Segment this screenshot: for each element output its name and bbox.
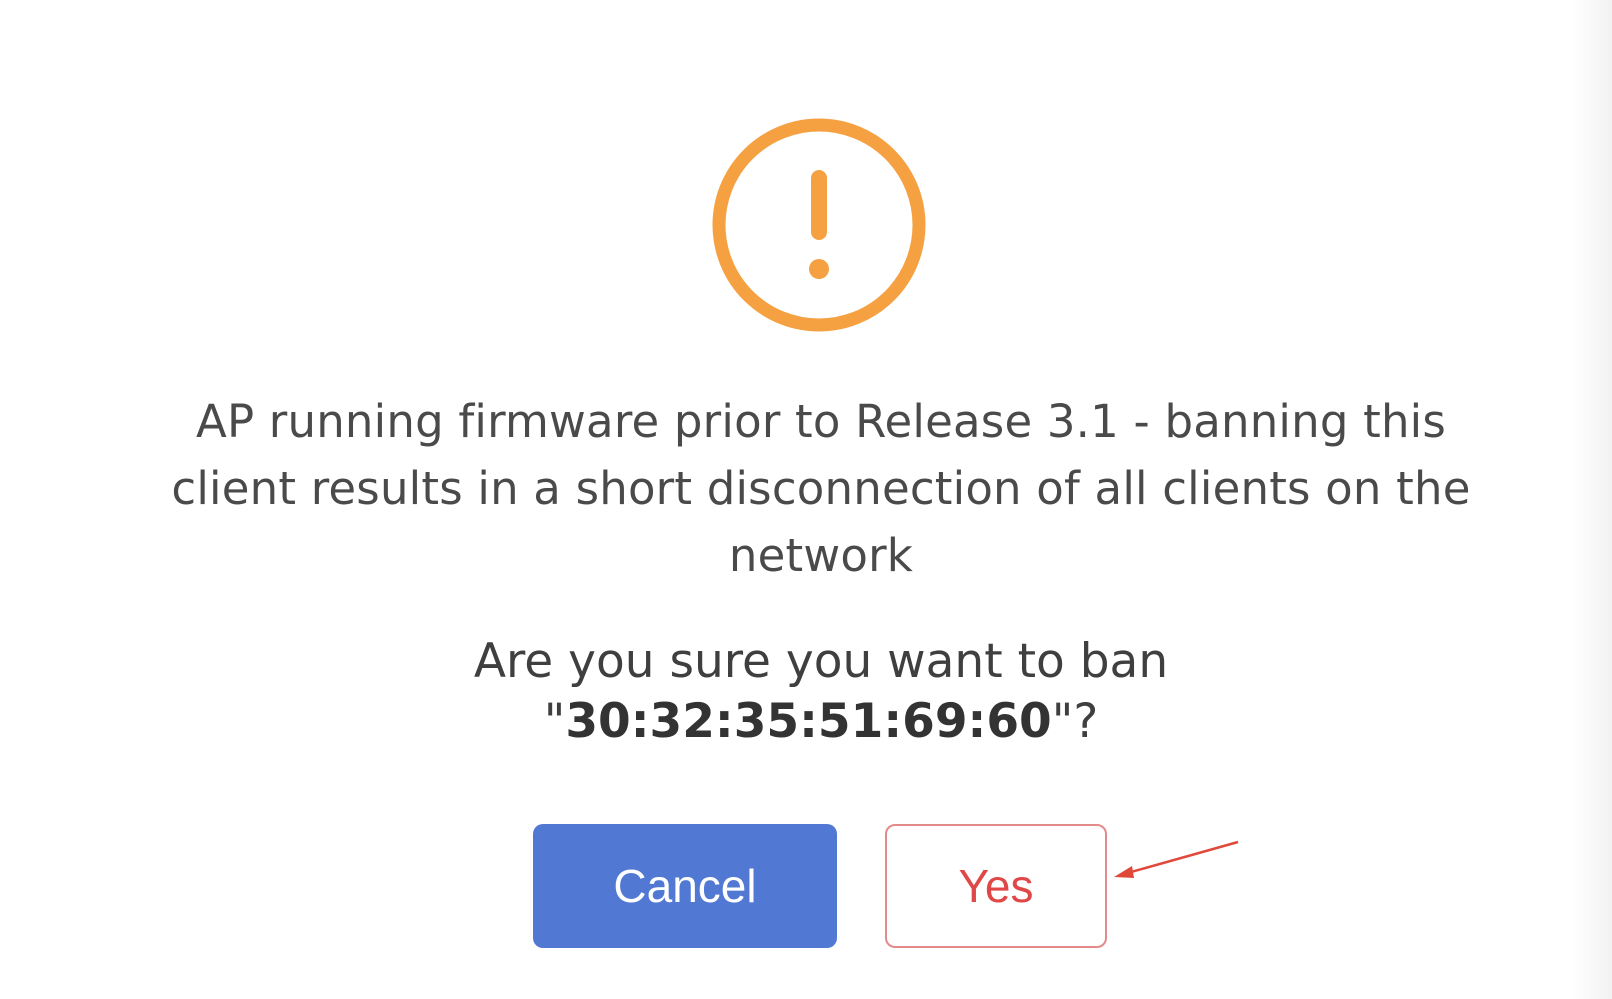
yes-button[interactable]: Yes (885, 824, 1107, 948)
ban-confirmation-dialog: AP running firmware prior to Release 3.1… (0, 0, 1612, 999)
question-prefix: Are you sure you want to ban (473, 634, 1169, 689)
cancel-button[interactable]: Cancel (533, 824, 837, 948)
ban-question: Are you sure you want to ban "30:32:35:5… (260, 632, 1382, 752)
question-suffix: "? (1051, 694, 1099, 749)
exclamation-circle-icon (712, 118, 926, 332)
red-arrow-pointer-icon (1114, 840, 1239, 878)
warning-message: AP running firmware prior to Release 3.1… (171, 395, 1471, 582)
page: AP running firmware prior to Release 3.1… (0, 0, 1612, 999)
question-quote-open: " (543, 694, 566, 749)
mac-address: 30:32:35:51:69:60 (565, 694, 1052, 749)
